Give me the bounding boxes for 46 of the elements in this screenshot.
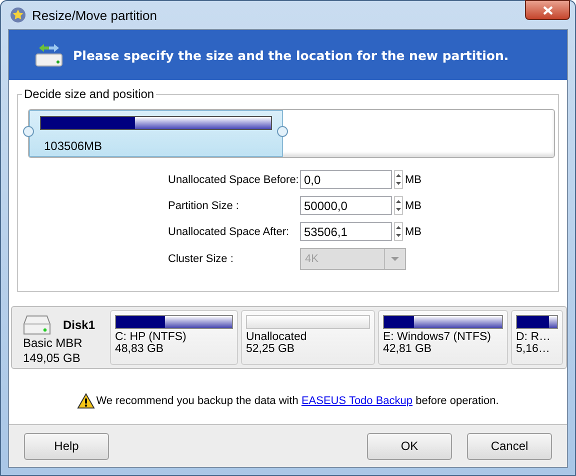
field-label: Unallocated Space Before:: [168, 174, 300, 186]
partition-name: Unallocated: [246, 331, 308, 343]
field-label: Cluster Size :: [168, 253, 234, 265]
number-field[interactable]: 50000,0: [300, 196, 392, 215]
field-label: Unallocated Space After:: [168, 226, 290, 238]
disk-size: 149,05 GB: [23, 350, 82, 365]
partition-tile[interactable]: D: R… 5,16…: [511, 310, 563, 365]
partition-tile[interactable]: C: HP (NTFS) 48,83 GB: [110, 310, 238, 365]
number-field[interactable]: 0,0: [300, 170, 392, 189]
disk-type: Basic MBR: [23, 336, 84, 351]
number-field[interactable]: 53506,1: [300, 222, 392, 241]
partition-size: 52,25 GB: [246, 343, 296, 355]
warning-icon: [77, 392, 96, 408]
group-title: Decide size and position: [22, 87, 156, 101]
dropdown-arrow-icon: [391, 257, 399, 261]
partition-name: C: HP (NTFS): [115, 331, 188, 343]
selected-partition[interactable]: 103506MB: [29, 110, 283, 157]
partition-size: 5,16…: [516, 343, 551, 355]
spin-buttons[interactable]: [394, 222, 403, 241]
dialog-button[interactable]: OK: [367, 432, 452, 460]
partition-name: E: Windows7 (NTFS): [383, 331, 492, 343]
partition-size-label: 103506MB: [44, 139, 102, 153]
close-button[interactable]: [525, 0, 570, 20]
drive-icon: [23, 314, 51, 336]
drive-arrows-icon: [35, 42, 63, 68]
partition-tile[interactable]: E: Windows7 (NTFS) 42,81 GB: [378, 310, 508, 365]
field-label: Partition Size :: [168, 200, 240, 212]
unit-label: MB: [405, 226, 422, 238]
dialog-button[interactable]: Cancel: [467, 432, 552, 460]
close-icon: [542, 6, 552, 14]
spin-buttons[interactable]: [394, 196, 403, 215]
header-text: Please specify the size and the location for the new partition.: [73, 48, 509, 62]
partition-tile[interactable]: Unallocated 52,25 GB: [241, 310, 375, 365]
resize-handle[interactable]: [23, 126, 34, 137]
disk-name: Disk1: [63, 318, 96, 332]
backup-link[interactable]: EASEUS Todo Backup: [301, 394, 413, 406]
spin-buttons[interactable]: [394, 170, 403, 189]
notice-text: We recommend you backup the data with EASEUS Todo Backup before operation.: [96, 394, 499, 406]
partition-track[interactable]: 103506MB: [28, 109, 555, 158]
partition-size: 48,83 GB: [115, 343, 165, 355]
unit-label: MB: [405, 200, 422, 212]
partition-size: 42,81 GB: [383, 343, 433, 355]
dialog-button[interactable]: Help: [24, 432, 109, 460]
partition-name: D: R…: [516, 331, 552, 343]
window-title: Resize/Move partition: [32, 8, 158, 22]
unit-label: MB: [405, 174, 422, 186]
